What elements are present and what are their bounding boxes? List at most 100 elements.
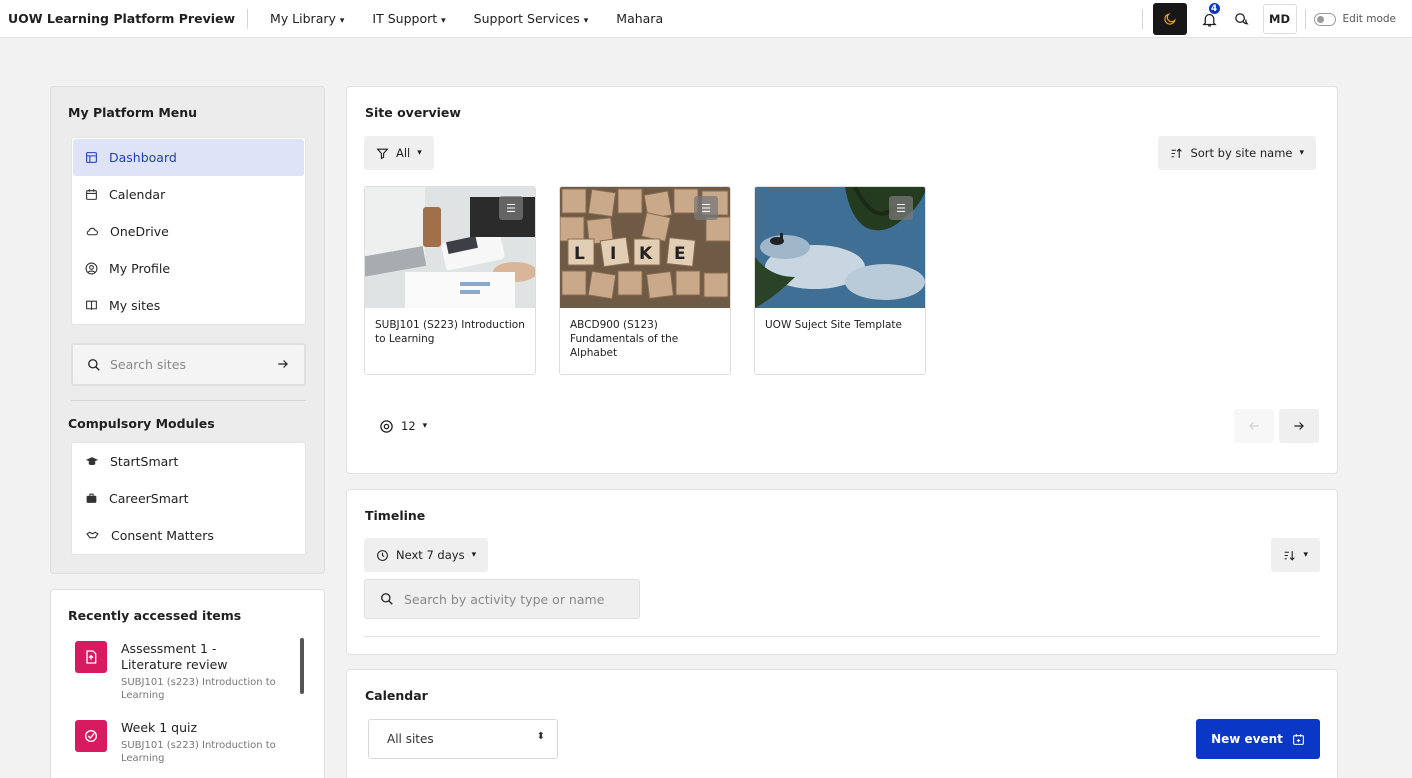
search-icon bbox=[381, 593, 393, 605]
nav-label: Mahara bbox=[616, 11, 664, 26]
nav-label: IT Support bbox=[372, 11, 438, 26]
new-event-button[interactable]: New event bbox=[1196, 719, 1320, 759]
messages-button[interactable] bbox=[1227, 4, 1257, 34]
nav-label: Support Services bbox=[473, 11, 580, 26]
sidebar-item-calendar[interactable]: Calendar bbox=[73, 176, 304, 213]
svg-text:I: I bbox=[610, 244, 616, 264]
svg-text:K: K bbox=[639, 244, 653, 264]
timeline-range-dropdown[interactable]: Next 7 days ▾ bbox=[364, 538, 489, 572]
assignment-icon bbox=[75, 641, 107, 673]
sidebar-item-dashboard[interactable]: Dashboard bbox=[73, 139, 304, 176]
site-menu-icon[interactable]: ☰ bbox=[889, 196, 913, 220]
caret-down-icon: ▾ bbox=[471, 550, 477, 560]
site-name[interactable]: ABCD900 (S123) Fundamentals of the Alpha… bbox=[560, 308, 730, 360]
user-avatar[interactable]: MD bbox=[1262, 4, 1297, 34]
notifications-button[interactable]: 4 bbox=[1195, 2, 1225, 34]
svg-text:L: L bbox=[574, 244, 585, 264]
recent-item-title[interactable]: Assessment 1 - Literature review bbox=[121, 641, 281, 673]
briefcase-icon bbox=[86, 493, 97, 503]
quiz-icon bbox=[75, 720, 107, 752]
dark-mode-button[interactable] bbox=[1152, 3, 1187, 35]
per-page-dropdown[interactable]: 12 ▾ bbox=[369, 409, 438, 443]
search-sites-input[interactable]: Search sites bbox=[71, 343, 306, 386]
recent-item-title[interactable]: Week 1 quiz bbox=[121, 720, 281, 736]
top-navbar: UOW Learning Platform Preview My Library… bbox=[0, 0, 1412, 38]
compulsory-modules-title: Compulsory Modules bbox=[68, 416, 215, 431]
profile-icon bbox=[85, 262, 98, 275]
nav-it-support[interactable]: IT Support ▾ bbox=[372, 11, 445, 26]
timeline-sort-dropdown[interactable]: ▾ bbox=[1271, 538, 1320, 572]
sidebar-item-my-profile[interactable]: My Profile bbox=[73, 250, 304, 287]
moon-icon bbox=[1163, 13, 1176, 25]
compulsory-modules-list: StartSmart CareerSmart Consent Matters bbox=[71, 442, 306, 555]
calendar-icon bbox=[86, 189, 97, 200]
site-name[interactable]: SUBJ101 (S223) Introduction to Learning bbox=[365, 308, 535, 346]
module-item-startsmart[interactable]: StartSmart bbox=[73, 443, 304, 480]
module-item-consent-matters[interactable]: Consent Matters bbox=[73, 517, 304, 554]
new-event-label: New event bbox=[1211, 732, 1283, 746]
book-icon bbox=[86, 300, 97, 310]
site-brand[interactable]: UOW Learning Platform Preview bbox=[0, 8, 249, 29]
sidebar-item-label: My Profile bbox=[109, 261, 171, 276]
sidebar-item-label: Calendar bbox=[109, 187, 166, 202]
calendar-title: Calendar bbox=[365, 688, 428, 703]
divider bbox=[364, 636, 1320, 637]
lake-reflection-photo: ☰ bbox=[755, 187, 925, 308]
calculator-desk-photo: ☰ bbox=[365, 187, 535, 308]
caret-down-icon: ▾ bbox=[441, 16, 446, 26]
previous-page-button[interactable] bbox=[1234, 409, 1274, 443]
sort-down-icon bbox=[1285, 550, 1296, 561]
scrollbar[interactable] bbox=[300, 638, 304, 694]
sort-dropdown[interactable]: Sort by site name ▾ bbox=[1158, 136, 1316, 170]
site-menu-icon[interactable]: ☰ bbox=[694, 196, 718, 220]
toggle-switch-icon bbox=[1313, 12, 1336, 26]
calendar-plus-icon bbox=[1292, 733, 1304, 745]
edit-mode-toggle[interactable]: Edit mode bbox=[1313, 12, 1396, 26]
site-select[interactable]: All sites ⬍ bbox=[368, 719, 558, 759]
sidebar-item-my-sites[interactable]: My sites bbox=[73, 287, 304, 324]
sidebar-item-onedrive[interactable]: OneDrive bbox=[73, 213, 304, 250]
recent-item[interactable]: Assessment 1 - Literature review SUBJ101… bbox=[75, 641, 281, 702]
select-caret-icon: ⬍ bbox=[536, 731, 545, 742]
recent-title: Recently accessed items bbox=[68, 608, 242, 623]
caret-down-icon: ▾ bbox=[422, 421, 428, 431]
recently-accessed-panel: Recently accessed items Assessment 1 - L… bbox=[50, 589, 325, 778]
site-card[interactable]: ☰ UOW Suject Site Template bbox=[754, 186, 926, 375]
site-card[interactable]: ☰ SUBJ101 (S223) Introduction to Learnin… bbox=[364, 186, 536, 375]
eye-icon bbox=[380, 419, 393, 433]
arrow-right-icon bbox=[1294, 422, 1304, 430]
primary-nav: My Library ▾ IT Support ▾ Support Servic… bbox=[270, 11, 663, 26]
dashboard-icon bbox=[86, 152, 97, 163]
platform-menu-list: Dashboard Calendar OneDrive My Profile M… bbox=[71, 137, 306, 325]
sort-label: Sort by site name bbox=[1190, 146, 1293, 160]
divider bbox=[71, 400, 306, 401]
search-placeholder: Search sites bbox=[110, 357, 187, 372]
svg-text:E: E bbox=[674, 244, 686, 264]
nav-mahara[interactable]: Mahara bbox=[616, 11, 663, 26]
nav-label: My Library bbox=[270, 11, 336, 26]
divider bbox=[1141, 9, 1143, 29]
chat-icon bbox=[1235, 12, 1249, 24]
sidebar-item-label: My sites bbox=[109, 298, 161, 313]
site-menu-icon[interactable]: ☰ bbox=[499, 196, 523, 220]
nav-support-services[interactable]: Support Services ▾ bbox=[474, 11, 589, 26]
module-label: Consent Matters bbox=[111, 528, 214, 543]
recent-item[interactable]: Week 1 quiz SUBJ101 (s223) Introduction … bbox=[75, 720, 281, 765]
module-item-careersmart[interactable]: CareerSmart bbox=[73, 480, 304, 517]
timeline-search-input[interactable]: Search by activity type or name bbox=[364, 579, 640, 619]
handshake-icon bbox=[86, 531, 99, 539]
next-page-button[interactable] bbox=[1279, 409, 1319, 443]
filter-label: All bbox=[396, 146, 411, 160]
sidebar-item-label: Dashboard bbox=[109, 150, 177, 165]
filter-dropdown[interactable]: All ▾ bbox=[364, 136, 434, 170]
graduation-cap-icon bbox=[86, 457, 98, 466]
site-card[interactable]: L I K E ☰ ABCD900 (S123) Fundamentals of th… bbox=[559, 186, 731, 375]
timeline-title: Timeline bbox=[365, 508, 426, 523]
filter-icon bbox=[376, 148, 389, 159]
arrow-right-icon[interactable] bbox=[276, 357, 290, 371]
recent-item-subtitle: SUBJ101 (s223) Introduction to Learning bbox=[121, 740, 276, 764]
navbar-actions: 4 MD Edit mode bbox=[1141, 0, 1412, 38]
site-name[interactable]: UOW Suject Site Template bbox=[755, 308, 925, 332]
site-select-value: All sites bbox=[387, 732, 434, 746]
nav-my-library[interactable]: My Library ▾ bbox=[270, 11, 344, 26]
